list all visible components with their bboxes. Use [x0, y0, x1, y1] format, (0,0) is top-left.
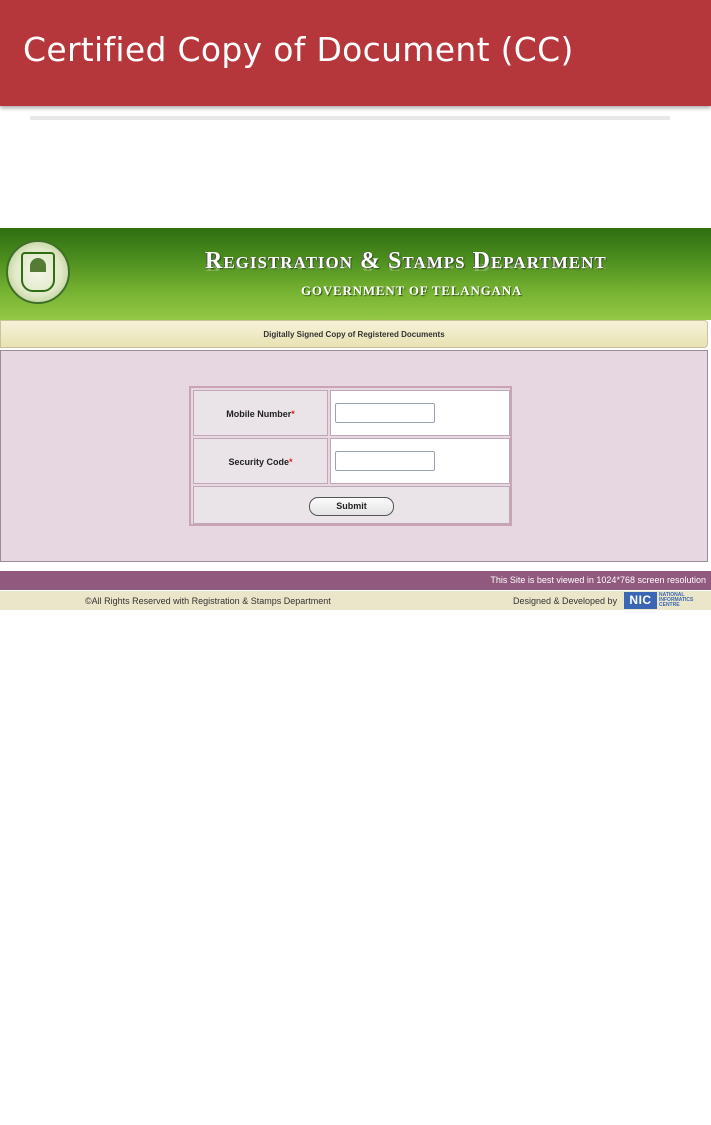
nic-logo-mark: NIC	[624, 592, 657, 609]
app-bar-title: Certified Copy of Document (CC)	[23, 30, 574, 69]
footer: ©All Rights Reserved with Registration &…	[0, 591, 711, 610]
mobile-label-text: Mobile Number	[226, 409, 292, 419]
required-marker: *	[291, 409, 295, 419]
mobile-number-input[interactable]	[335, 403, 435, 423]
resolution-note: This Site is best viewed in 1024*768 scr…	[490, 575, 706, 585]
developer-credit: Designed & Developed by	[513, 596, 618, 606]
login-form: Mobile Number* Security Code* Submit	[189, 386, 512, 526]
nic-logo-text: NATIONAL INFORMATICS CENTRE	[659, 593, 710, 608]
nic-logo[interactable]: NIC NATIONAL INFORMATICS CENTRE	[624, 592, 710, 609]
form-panel: Mobile Number* Security Code* Submit	[0, 350, 708, 562]
security-code-input[interactable]	[335, 451, 435, 471]
copyright-text: ©All Rights Reserved with Registration &…	[85, 596, 331, 606]
security-input-cell	[330, 438, 510, 484]
required-marker: *	[289, 457, 293, 467]
banner-strip	[30, 116, 670, 236]
mobile-input-cell	[330, 390, 510, 436]
app-bar: Certified Copy of Document (CC)	[0, 0, 711, 106]
department-header: Registration & Stamps Department Registr…	[0, 228, 711, 320]
department-title-reflection: Registration & Stamps Department	[205, 261, 607, 273]
mobile-label-cell: Mobile Number*	[193, 390, 328, 436]
emblem-dome	[30, 258, 46, 272]
submit-row: Submit	[193, 486, 510, 524]
section-title: Digitally Signed Copy of Registered Docu…	[263, 330, 445, 339]
telangana-emblem-icon	[6, 240, 70, 304]
nic-logo-line: CENTRE	[659, 602, 680, 608]
security-label: Security Code*	[194, 457, 327, 467]
security-label-text: Security Code	[228, 457, 289, 467]
submit-button[interactable]: Submit	[309, 497, 394, 516]
security-label-cell: Security Code*	[193, 438, 328, 484]
mobile-label: Mobile Number*	[194, 409, 327, 419]
government-subtitle: GOVERNMENT OF TELANGANA	[301, 283, 523, 298]
section-header: Digitally Signed Copy of Registered Docu…	[0, 320, 708, 348]
resolution-bar: This Site is best viewed in 1024*768 scr…	[0, 571, 711, 590]
